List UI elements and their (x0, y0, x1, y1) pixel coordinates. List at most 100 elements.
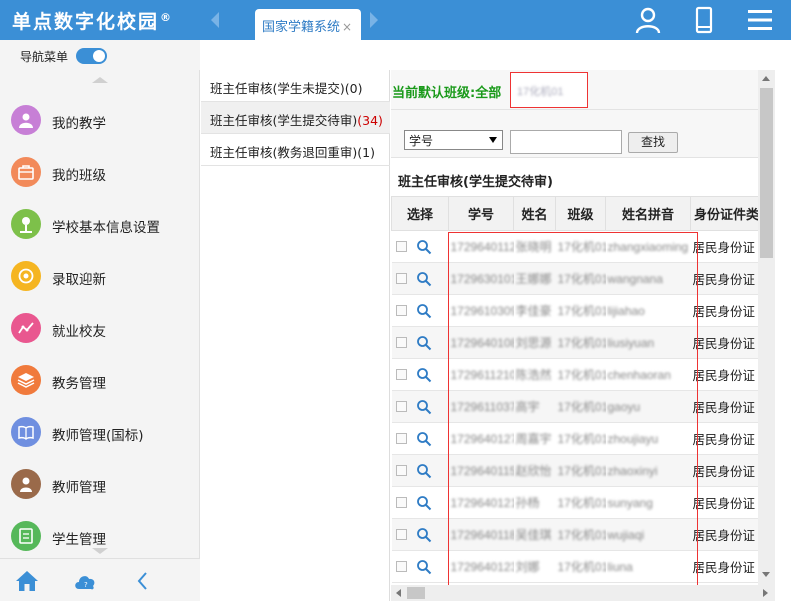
table-row[interactable]: 1729610309 李佳豪 17化机01 lijiahao 居民身份证 (391, 294, 758, 327)
row-checkbox[interactable] (395, 401, 407, 412)
row-checkbox[interactable] (395, 337, 407, 348)
class-value-box[interactable]: 17化机01 (510, 72, 588, 108)
class-bar: 当前默认班级:全部 17化机01 (391, 70, 758, 110)
table-row[interactable]: 1729640121 孙杨 17化机01 sunyang 居民身份证 (391, 486, 758, 519)
sidebar-item-4[interactable]: 就业校友 (0, 302, 199, 354)
name-cell: 吴佳琪 (513, 518, 556, 551)
view-magnifier-icon[interactable] (416, 527, 432, 543)
pinyin-cell-text: wujiaqi (607, 527, 645, 542)
review-item-returned[interactable]: 班主任审核(教务退回重审)(1) (201, 134, 390, 166)
tab-next-arrow-icon[interactable] (370, 12, 378, 28)
vertical-scroll-thumb[interactable] (760, 88, 773, 258)
class-cell-text: 17化机01 (557, 432, 606, 446)
table-row[interactable]: 1729640115 赵欣怡 17化机01 zhaoxinyi 居民身份证 (391, 454, 758, 487)
tab-national-student-system[interactable]: 国家学籍系统 × (255, 9, 361, 40)
row-checkbox[interactable] (395, 529, 407, 540)
review-item-pending[interactable]: 班主任审核(学生提交待审)(34) (201, 102, 390, 134)
sidebar-item-6[interactable]: 教师管理(国标) (0, 406, 199, 458)
table-row[interactable]: 1729611037 高宇 17化机01 gaoyu 居民身份证 (391, 390, 758, 423)
view-magnifier-icon[interactable] (416, 367, 432, 383)
view-magnifier-icon[interactable] (416, 239, 432, 255)
col-header-name[interactable]: 姓名 (513, 196, 556, 231)
table-row[interactable]: 1729640108 刘思源 17化机01 liusiyuan 居民身份证 (391, 326, 758, 359)
view-magnifier-icon[interactable] (416, 303, 432, 319)
name-cell: 张晓明 (513, 230, 556, 263)
table-row[interactable]: 1729640127 周嘉宇 17化机01 zhoujiayu 居民身份证 (391, 422, 758, 455)
pinyin-cell-text: wangnana (607, 271, 663, 286)
col-header-class[interactable]: 班级 (555, 196, 606, 231)
col-header-student-id[interactable]: 学号 (448, 196, 514, 231)
table-row[interactable]: 1729640123 刘娜 17化机01 liuna 居民身份证 (391, 550, 758, 583)
horizontal-scrollbar[interactable] (391, 585, 775, 601)
nav-menu-switch[interactable] (76, 48, 107, 64)
table-row[interactable]: 1729630101 王娜娜 17化机01 wangnana 居民身份证 (391, 262, 758, 295)
search-button[interactable]: 查找 (628, 132, 678, 153)
select-cell (391, 358, 449, 391)
search-input[interactable] (510, 130, 622, 154)
tab-prev-arrow-icon[interactable] (211, 12, 219, 28)
name-cell-text: 周嘉宇 (515, 432, 552, 446)
view-magnifier-icon[interactable] (416, 431, 432, 447)
cloud-help-icon[interactable]: ? (73, 570, 97, 592)
row-checkbox[interactable] (395, 369, 407, 380)
pinyin-cell-text: liuna (607, 559, 633, 574)
pinyin-cell-text: zhangxiaoming (607, 239, 689, 254)
sidebar-item-1[interactable]: 我的班级 (0, 146, 199, 198)
view-magnifier-icon[interactable] (416, 399, 432, 415)
view-magnifier-icon[interactable] (416, 335, 432, 351)
row-checkbox[interactable] (395, 273, 407, 284)
sidebar-item-3[interactable]: 录取迎新 (0, 250, 199, 302)
row-checkbox[interactable] (395, 465, 407, 476)
class-cell-text: 17化机01 (557, 240, 606, 254)
user-icon[interactable] (634, 6, 662, 34)
table-row[interactable]: 1729640112 张晓明 17化机01 zhangxiaoming 居民身份证 (391, 230, 758, 263)
scroll-down-arrow-icon[interactable] (762, 572, 770, 577)
name-cell-text: 吴佳琪 (515, 528, 552, 542)
sidebar-scroll-down-icon[interactable] (92, 548, 108, 554)
vertical-scrollbar[interactable] (758, 70, 775, 585)
scroll-up-arrow-icon[interactable] (762, 76, 770, 81)
table-row[interactable]: 1729611210 陈浩然 17化机01 chenhaoran 居民身份证 (391, 358, 758, 391)
sidebar-scroll-up-icon[interactable] (92, 77, 108, 83)
student-id-cell-text: 1729640127 (450, 431, 514, 446)
student-id-cell: 1729611037 (448, 390, 514, 423)
search-field-select[interactable]: 学号 (404, 130, 503, 150)
scroll-right-arrow-icon[interactable] (763, 589, 768, 597)
id-type-cell: 居民身份证 (690, 294, 758, 327)
view-magnifier-icon[interactable] (416, 495, 432, 511)
review-item-not-submitted[interactable]: 班主任审核(学生未提交)(0) (201, 70, 390, 102)
tab-close-icon[interactable]: × (342, 20, 352, 34)
sidebar-item-7[interactable]: 教师管理 (0, 458, 199, 510)
view-magnifier-icon[interactable] (416, 463, 432, 479)
view-magnifier-icon[interactable] (416, 271, 432, 287)
col-header-id-type[interactable]: 身份证件类 (690, 196, 758, 231)
id-type-cell-text: 居民身份证 (692, 368, 756, 383)
row-checkbox[interactable] (395, 561, 407, 572)
col-header-select[interactable]: 选择 (391, 196, 449, 231)
mobile-phone-icon[interactable] (690, 6, 718, 34)
id-type-cell-text: 居民身份证 (692, 272, 756, 287)
class-cell: 17化机01 (555, 550, 606, 583)
row-checkbox[interactable] (395, 305, 407, 316)
home-icon[interactable] (15, 570, 39, 592)
select-cell (391, 518, 449, 551)
view-magnifier-icon[interactable] (416, 559, 432, 575)
row-checkbox[interactable] (395, 433, 407, 444)
collapse-back-icon[interactable] (131, 570, 155, 592)
sidebar-item-0[interactable]: 我的教学 (0, 94, 199, 146)
class-cell-text: 17化机01 (557, 464, 606, 478)
sidebar-item-2[interactable]: 学校基本信息设置 (0, 198, 199, 250)
horizontal-scroll-thumb[interactable] (407, 587, 425, 599)
scroll-left-arrow-icon[interactable] (396, 589, 401, 597)
table-row[interactable]: 1729640118 吴佳琪 17化机01 wujiaqi 居民身份证 (391, 518, 758, 551)
hamburger-menu-icon[interactable] (746, 6, 774, 34)
col-header-pinyin[interactable]: 姓名拼音 (605, 196, 691, 231)
id-type-cell: 居民身份证 (690, 486, 758, 519)
id-type-cell: 居民身份证 (690, 358, 758, 391)
row-checkbox[interactable] (395, 241, 407, 252)
class-cell-text: 17化机01 (557, 400, 606, 414)
row-checkbox[interactable] (395, 497, 407, 508)
class-cell: 17化机01 (555, 518, 606, 551)
sidebar-item-label: 就业校友 (52, 324, 106, 340)
sidebar-item-5[interactable]: 教务管理 (0, 354, 199, 406)
